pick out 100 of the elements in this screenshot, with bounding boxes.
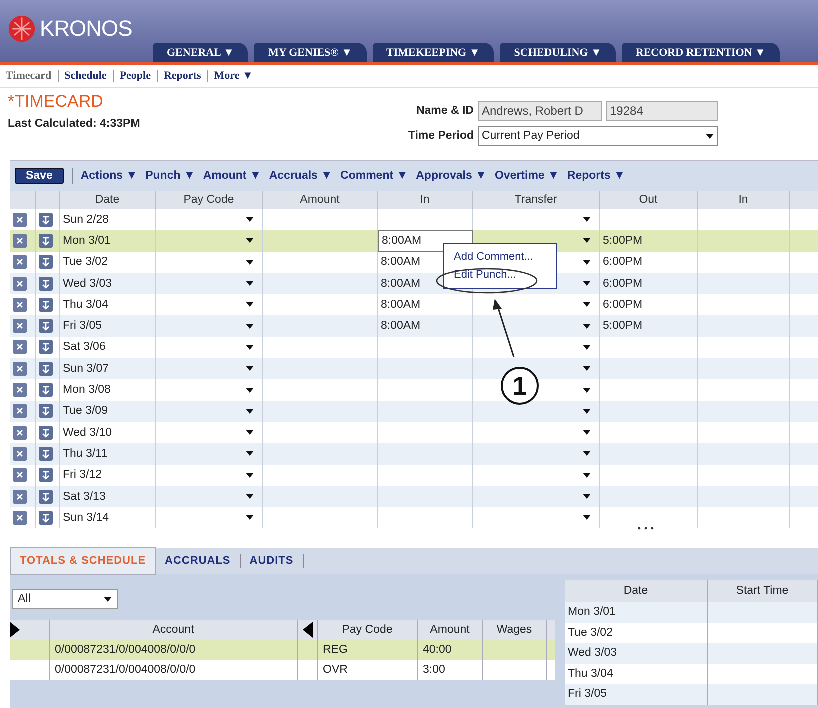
toolbar-menu[interactable]: Punch ▼ xyxy=(146,170,196,182)
out-punch-cell[interactable]: 6:00PM xyxy=(603,256,643,268)
nav-tab[interactable]: TIMEKEEPING ▼ xyxy=(372,43,494,62)
add-row-icon[interactable] xyxy=(39,510,53,525)
add-row-icon[interactable] xyxy=(39,404,53,418)
resize-handle-icon[interactable] xyxy=(638,527,654,530)
dropdown-caret-icon[interactable] xyxy=(583,366,591,372)
dropdown-caret-icon[interactable] xyxy=(583,494,591,499)
dropdown-caret-icon[interactable] xyxy=(583,408,591,414)
out-punch-cell[interactable]: 5:00PM xyxy=(603,320,643,332)
add-row-icon[interactable] xyxy=(39,362,53,376)
add-row-icon[interactable] xyxy=(39,426,53,440)
totals-row[interactable]: 0/00087231/0/004008/0/0/0 REG 40:00 xyxy=(10,640,555,660)
subnav-link[interactable]: Reports xyxy=(156,70,208,82)
dropdown-caret-icon[interactable] xyxy=(583,238,591,244)
delete-icon[interactable] xyxy=(13,446,27,461)
subnav-link[interactable]: People xyxy=(112,70,157,82)
toolbar-menu[interactable]: Overtime ▼ xyxy=(494,170,560,182)
add-row-icon[interactable] xyxy=(39,490,53,504)
delete-icon[interactable] xyxy=(13,276,27,291)
dropdown-caret-icon[interactable] xyxy=(246,217,254,222)
panel-tab[interactable]: ACCRUALS xyxy=(156,554,241,568)
timecard-row[interactable]: Mon 3/01 8:00AM 5:00PM xyxy=(10,230,818,252)
nav-tab[interactable]: RECORD RETENTION ▼ xyxy=(622,43,780,62)
add-row-icon[interactable] xyxy=(39,383,53,398)
dropdown-caret-icon[interactable] xyxy=(583,430,591,436)
timecard-row[interactable]: Thu 3/11 xyxy=(10,443,818,465)
timecard-row[interactable]: Thu 3/04 8:00AM 6:00PM xyxy=(10,294,818,316)
delete-icon[interactable] xyxy=(13,212,27,227)
toolbar-menu[interactable]: Comment ▼ xyxy=(340,170,408,182)
delete-icon[interactable] xyxy=(13,510,27,525)
delete-icon[interactable] xyxy=(13,490,27,504)
add-row-icon[interactable] xyxy=(39,212,53,227)
add-row-icon[interactable] xyxy=(39,468,53,482)
dropdown-caret-icon[interactable] xyxy=(583,515,591,520)
dropdown-caret-icon[interactable] xyxy=(246,324,254,329)
nav-tab[interactable]: SCHEDULING ▼ xyxy=(500,43,616,62)
delete-icon[interactable] xyxy=(13,362,27,376)
delete-icon[interactable] xyxy=(13,426,27,440)
dropdown-caret-icon[interactable] xyxy=(246,260,254,265)
delete-icon[interactable] xyxy=(13,340,27,354)
add-row-icon[interactable] xyxy=(39,340,53,354)
dropdown-caret-icon[interactable] xyxy=(583,472,591,478)
delete-icon[interactable] xyxy=(13,383,27,398)
save-button[interactable]: Save xyxy=(15,168,64,184)
subnav-link[interactable]: More ▼ xyxy=(207,70,260,82)
timecard-row[interactable]: Tue 3/09 xyxy=(10,400,818,422)
in-punch-cell[interactable]: 8:00AM xyxy=(381,278,421,290)
toolbar-menu[interactable]: Reports ▼ xyxy=(567,170,626,182)
out-punch-cell[interactable]: 6:00PM xyxy=(603,298,643,311)
panel-tab[interactable]: AUDITS xyxy=(240,554,304,568)
totals-row[interactable]: 0/00087231/0/004008/0/0/0 OVR 3:00 xyxy=(10,660,555,680)
in-punch-cell[interactable]: 8:00AM xyxy=(381,298,421,311)
dropdown-caret-icon[interactable] xyxy=(583,451,591,456)
dropdown-caret-icon[interactable] xyxy=(246,238,254,244)
dropdown-caret-icon[interactable] xyxy=(246,281,254,286)
add-row-icon[interactable] xyxy=(39,298,53,312)
timecard-row[interactable]: Wed 3/10 xyxy=(10,422,818,444)
in-punch-cell[interactable]: 8:00AM xyxy=(381,256,421,268)
dropdown-caret-icon[interactable] xyxy=(246,494,254,499)
dropdown-caret-icon[interactable] xyxy=(246,302,254,308)
dropdown-caret-icon[interactable] xyxy=(246,515,254,520)
delete-icon[interactable] xyxy=(13,404,27,418)
in-punch-cell[interactable]: 8:00AM xyxy=(381,320,421,332)
timecard-row[interactable]: Fri 3/05 8:00AM 5:00PM xyxy=(10,315,818,337)
delete-icon[interactable] xyxy=(13,298,27,312)
toolbar-menu[interactable]: Amount ▼ xyxy=(203,170,262,182)
add-row-icon[interactable] xyxy=(39,319,53,334)
out-punch-cell[interactable]: 6:00PM xyxy=(603,278,643,290)
dropdown-caret-icon[interactable] xyxy=(583,217,591,222)
dropdown-caret-icon[interactable] xyxy=(246,472,254,478)
subnav-link[interactable]: Timecard xyxy=(6,70,58,82)
dropdown-caret-icon[interactable] xyxy=(583,302,591,308)
dropdown-caret-icon[interactable] xyxy=(583,344,591,350)
dropdown-caret-icon[interactable] xyxy=(583,281,591,286)
dropdown-caret-icon[interactable] xyxy=(246,388,254,393)
delete-icon[interactable] xyxy=(13,255,27,270)
dropdown-caret-icon[interactable] xyxy=(246,430,254,436)
delete-icon[interactable] xyxy=(13,234,27,248)
dropdown-caret-icon[interactable] xyxy=(246,408,254,414)
dropdown-caret-icon[interactable] xyxy=(583,324,591,329)
dropdown-caret-icon[interactable] xyxy=(104,596,112,602)
toolbar-menu[interactable]: Actions ▼ xyxy=(80,170,138,182)
add-row-icon[interactable] xyxy=(39,446,53,461)
toolbar-menu[interactable]: Accruals ▼ xyxy=(269,170,333,182)
delete-icon[interactable] xyxy=(13,468,27,482)
toolbar-menu[interactable]: Approvals ▼ xyxy=(416,170,487,182)
dropdown-caret-icon[interactable] xyxy=(246,366,254,372)
nav-tab[interactable]: MY GENIES® ▼ xyxy=(254,43,367,62)
add-row-icon[interactable] xyxy=(39,276,53,291)
time-period-dropdown[interactable]: Current Pay Period xyxy=(478,126,718,146)
dropdown-caret-icon[interactable] xyxy=(246,344,254,350)
add-row-icon[interactable] xyxy=(39,234,53,248)
timecard-row[interactable]: Fri 3/12 xyxy=(10,464,818,486)
delete-icon[interactable] xyxy=(13,319,27,334)
subnav-link[interactable]: Schedule xyxy=(58,70,113,82)
dropdown-caret-icon[interactable] xyxy=(706,134,714,138)
add-row-icon[interactable] xyxy=(39,255,53,270)
timecard-row[interactable]: Sat 3/13 xyxy=(10,486,818,508)
timecard-row[interactable]: Sun 2/28 xyxy=(10,209,818,230)
